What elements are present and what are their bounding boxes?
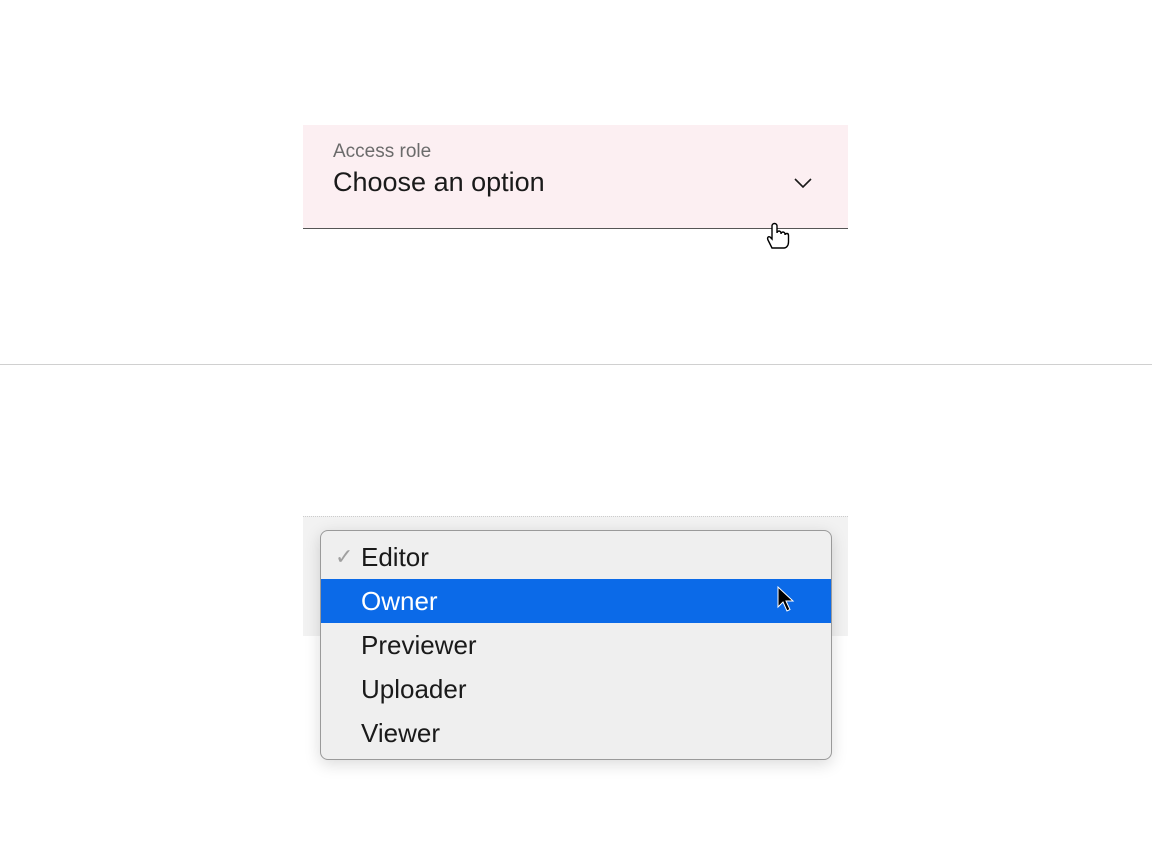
dropdown-option-owner[interactable]: Owner — [321, 579, 831, 623]
option-label: Owner — [361, 586, 438, 617]
dropdown-field[interactable]: Access role Choose an option — [303, 125, 848, 229]
dropdown-value-row: Choose an option — [333, 167, 818, 198]
check-icon: ✓ — [335, 546, 353, 568]
dropdown-option-previewer[interactable]: Previewer — [321, 623, 831, 667]
chevron-down-icon — [792, 172, 814, 194]
option-label: Uploader — [361, 674, 467, 705]
option-label: Previewer — [361, 630, 477, 661]
dropdown-option-editor[interactable]: ✓ Editor — [321, 535, 831, 579]
dropdown-option-uploader[interactable]: Uploader — [321, 667, 831, 711]
dropdown-menu[interactable]: ✓ Editor Owner Previewer Uploader Viewer — [320, 530, 832, 760]
dropdown-placeholder: Choose an option — [333, 167, 545, 198]
option-label: Editor — [361, 542, 429, 573]
option-label: Viewer — [361, 718, 440, 749]
dropdown-option-viewer[interactable]: Viewer — [321, 711, 831, 755]
dropdown-label: Access role — [333, 141, 818, 163]
section-divider — [0, 364, 1152, 365]
check-icon-slot: ✓ — [335, 546, 361, 568]
